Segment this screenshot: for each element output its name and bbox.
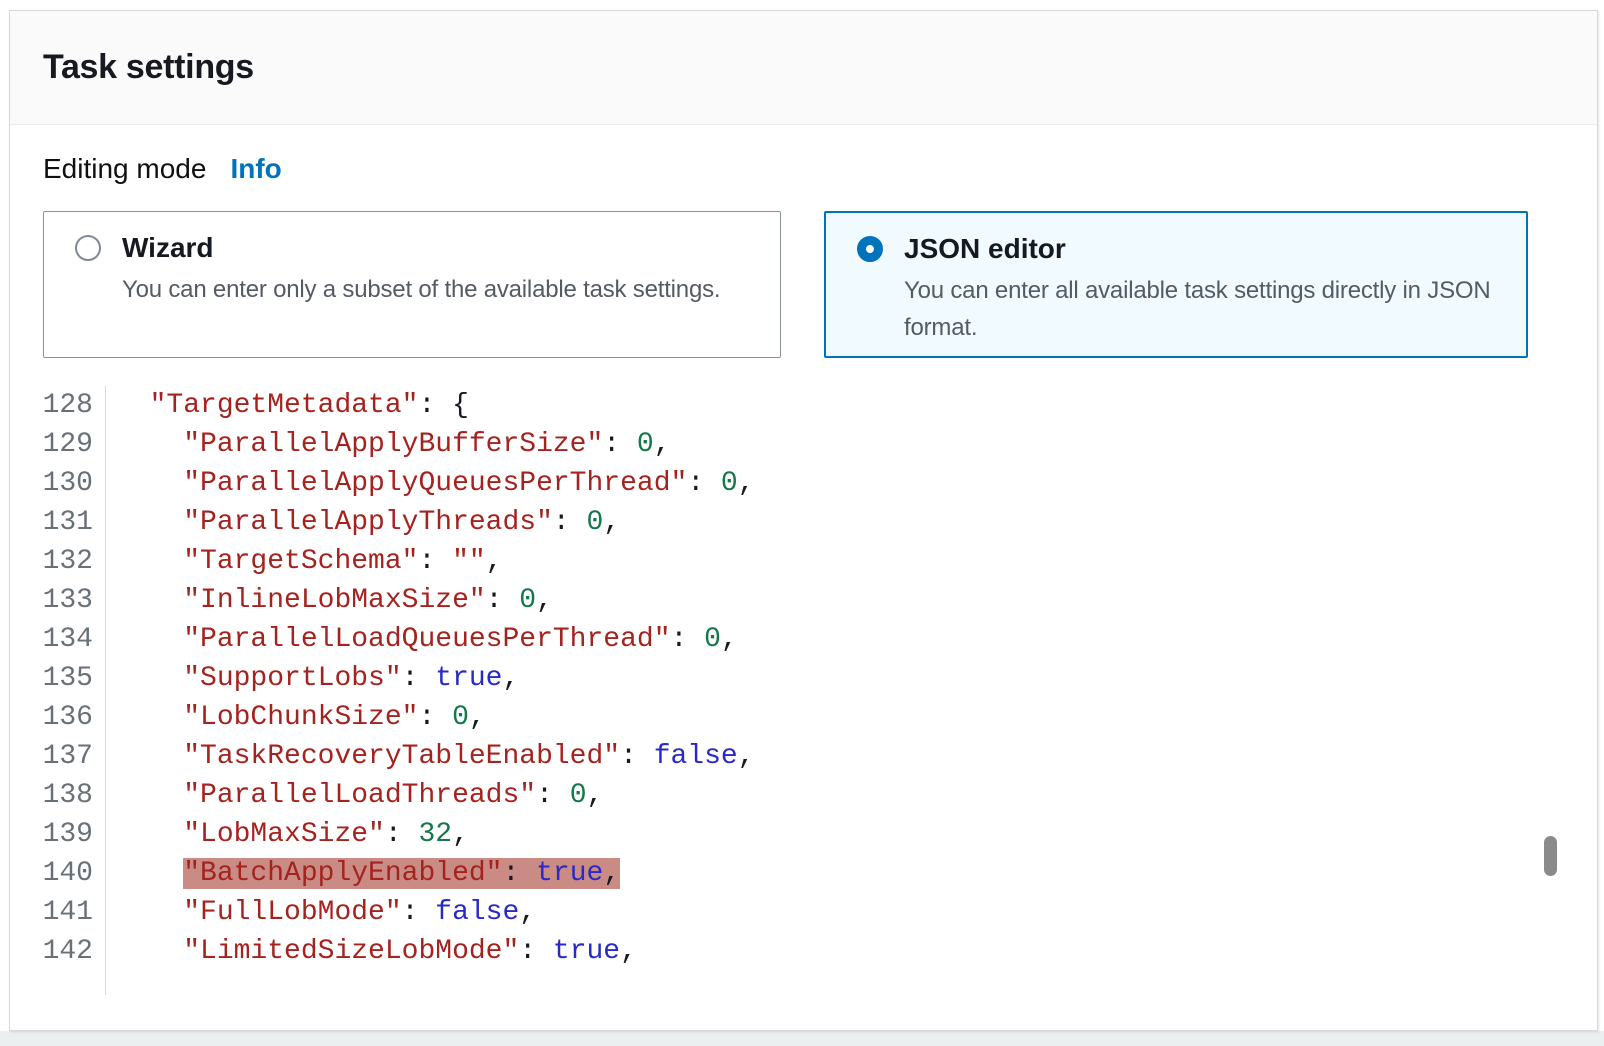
code-line-text: "LimitedSizeLobMode": true,	[106, 932, 637, 971]
wizard-radio-button[interactable]	[75, 235, 101, 261]
code-line[interactable]: 141 "FullLobMode": false,	[10, 893, 1530, 932]
code-line-text: "SupportLobs": true,	[106, 659, 519, 698]
code-line[interactable]: 137 "TaskRecoveryTableEnabled": false,	[10, 737, 1530, 776]
line-number: 128	[10, 386, 106, 425]
code-line[interactable]: 131 "ParallelApplyThreads": 0,	[10, 503, 1530, 542]
json-editor-option-title: JSON editor	[904, 232, 1502, 266]
line-number: 141	[10, 893, 106, 932]
code-line-text: "ParallelApplyBufferSize": 0,	[106, 425, 671, 464]
editing-mode-row: Editing mode Info	[43, 153, 282, 185]
page-title: Task settings	[43, 48, 254, 87]
json-code-editor[interactable]: 128 "TargetMetadata": {129 "ParallelAppl…	[10, 386, 1530, 995]
code-line[interactable]: 142 "LimitedSizeLobMode": true,	[10, 932, 1530, 971]
page: Task settings Editing mode Info Wizard Y…	[0, 0, 1604, 1046]
code-line[interactable]: 129 "ParallelApplyBufferSize": 0,	[10, 425, 1530, 464]
line-number: 130	[10, 464, 106, 503]
code-line[interactable]: 133 "InlineLobMaxSize": 0,	[10, 581, 1530, 620]
code-line-text: "BatchApplyEnabled": true,	[106, 854, 620, 893]
code-line-text: "ParallelLoadQueuesPerThread": 0,	[106, 620, 738, 659]
code-line-text: "InlineLobMaxSize": 0,	[106, 581, 553, 620]
code-line[interactable]: 138 "ParallelLoadThreads": 0,	[10, 776, 1530, 815]
wizard-option-description: You can enter only a subset of the avail…	[122, 271, 720, 308]
code-line[interactable]: 140 "BatchApplyEnabled": true,	[10, 854, 1530, 893]
scrollbar-thumb[interactable]	[1544, 836, 1557, 876]
code-line-text: "LobMaxSize": 32,	[106, 815, 469, 854]
code-line-text: "LobChunkSize": 0,	[106, 698, 486, 737]
code-line-text: "FullLobMode": false,	[106, 893, 536, 932]
line-number: 133	[10, 581, 106, 620]
editing-mode-label: Editing mode	[43, 153, 206, 185]
code-line-text: "ParallelApplyThreads": 0,	[106, 503, 620, 542]
code-line-text: "ParallelApplyQueuesPerThread": 0,	[106, 464, 755, 503]
info-link[interactable]: Info	[230, 153, 281, 185]
json-editor-option-text: JSON editor You can enter all available …	[904, 232, 1502, 356]
line-number: 129	[10, 425, 106, 464]
panel-header: Task settings	[10, 11, 1597, 125]
json-editor-radio-button[interactable]	[857, 236, 883, 262]
line-number: 142	[10, 932, 106, 971]
gutter-spacer	[10, 971, 1530, 995]
code-line-text: "TargetMetadata": {	[106, 386, 469, 425]
code-line[interactable]: 128 "TargetMetadata": {	[10, 386, 1530, 425]
code-line[interactable]: 130 "ParallelApplyQueuesPerThread": 0,	[10, 464, 1530, 503]
code-line-text: "TargetSchema": "",	[106, 542, 503, 581]
page-background-strip	[0, 1031, 1604, 1046]
code-line-text: "ParallelLoadThreads": 0,	[106, 776, 603, 815]
line-number: 136	[10, 698, 106, 737]
code-line[interactable]: 139 "LobMaxSize": 32,	[10, 815, 1530, 854]
line-number: 137	[10, 737, 106, 776]
option-card-wizard[interactable]: Wizard You can enter only a subset of th…	[43, 211, 781, 358]
line-number: 131	[10, 503, 106, 542]
line-number: 132	[10, 542, 106, 581]
line-number: 139	[10, 815, 106, 854]
line-number: 135	[10, 659, 106, 698]
json-editor-option-description: You can enter all available task setting…	[904, 272, 1502, 346]
highlighted-code: "BatchApplyEnabled": true,	[183, 858, 620, 889]
line-number: 134	[10, 620, 106, 659]
line-number: 138	[10, 776, 106, 815]
code-line[interactable]: 136 "LobChunkSize": 0,	[10, 698, 1530, 737]
code-line-text: "TaskRecoveryTableEnabled": false,	[106, 737, 755, 776]
wizard-option-title: Wizard	[122, 231, 720, 265]
gutter-divider	[10, 971, 106, 995]
task-settings-panel: Task settings Editing mode Info Wizard Y…	[9, 10, 1598, 1031]
code-line[interactable]: 132 "TargetSchema": "",	[10, 542, 1530, 581]
line-number: 140	[10, 854, 106, 893]
code-line[interactable]: 135 "SupportLobs": true,	[10, 659, 1530, 698]
wizard-option-text: Wizard You can enter only a subset of th…	[122, 231, 720, 357]
code-line[interactable]: 134 "ParallelLoadQueuesPerThread": 0,	[10, 620, 1530, 659]
option-card-json-editor[interactable]: JSON editor You can enter all available …	[824, 211, 1528, 358]
